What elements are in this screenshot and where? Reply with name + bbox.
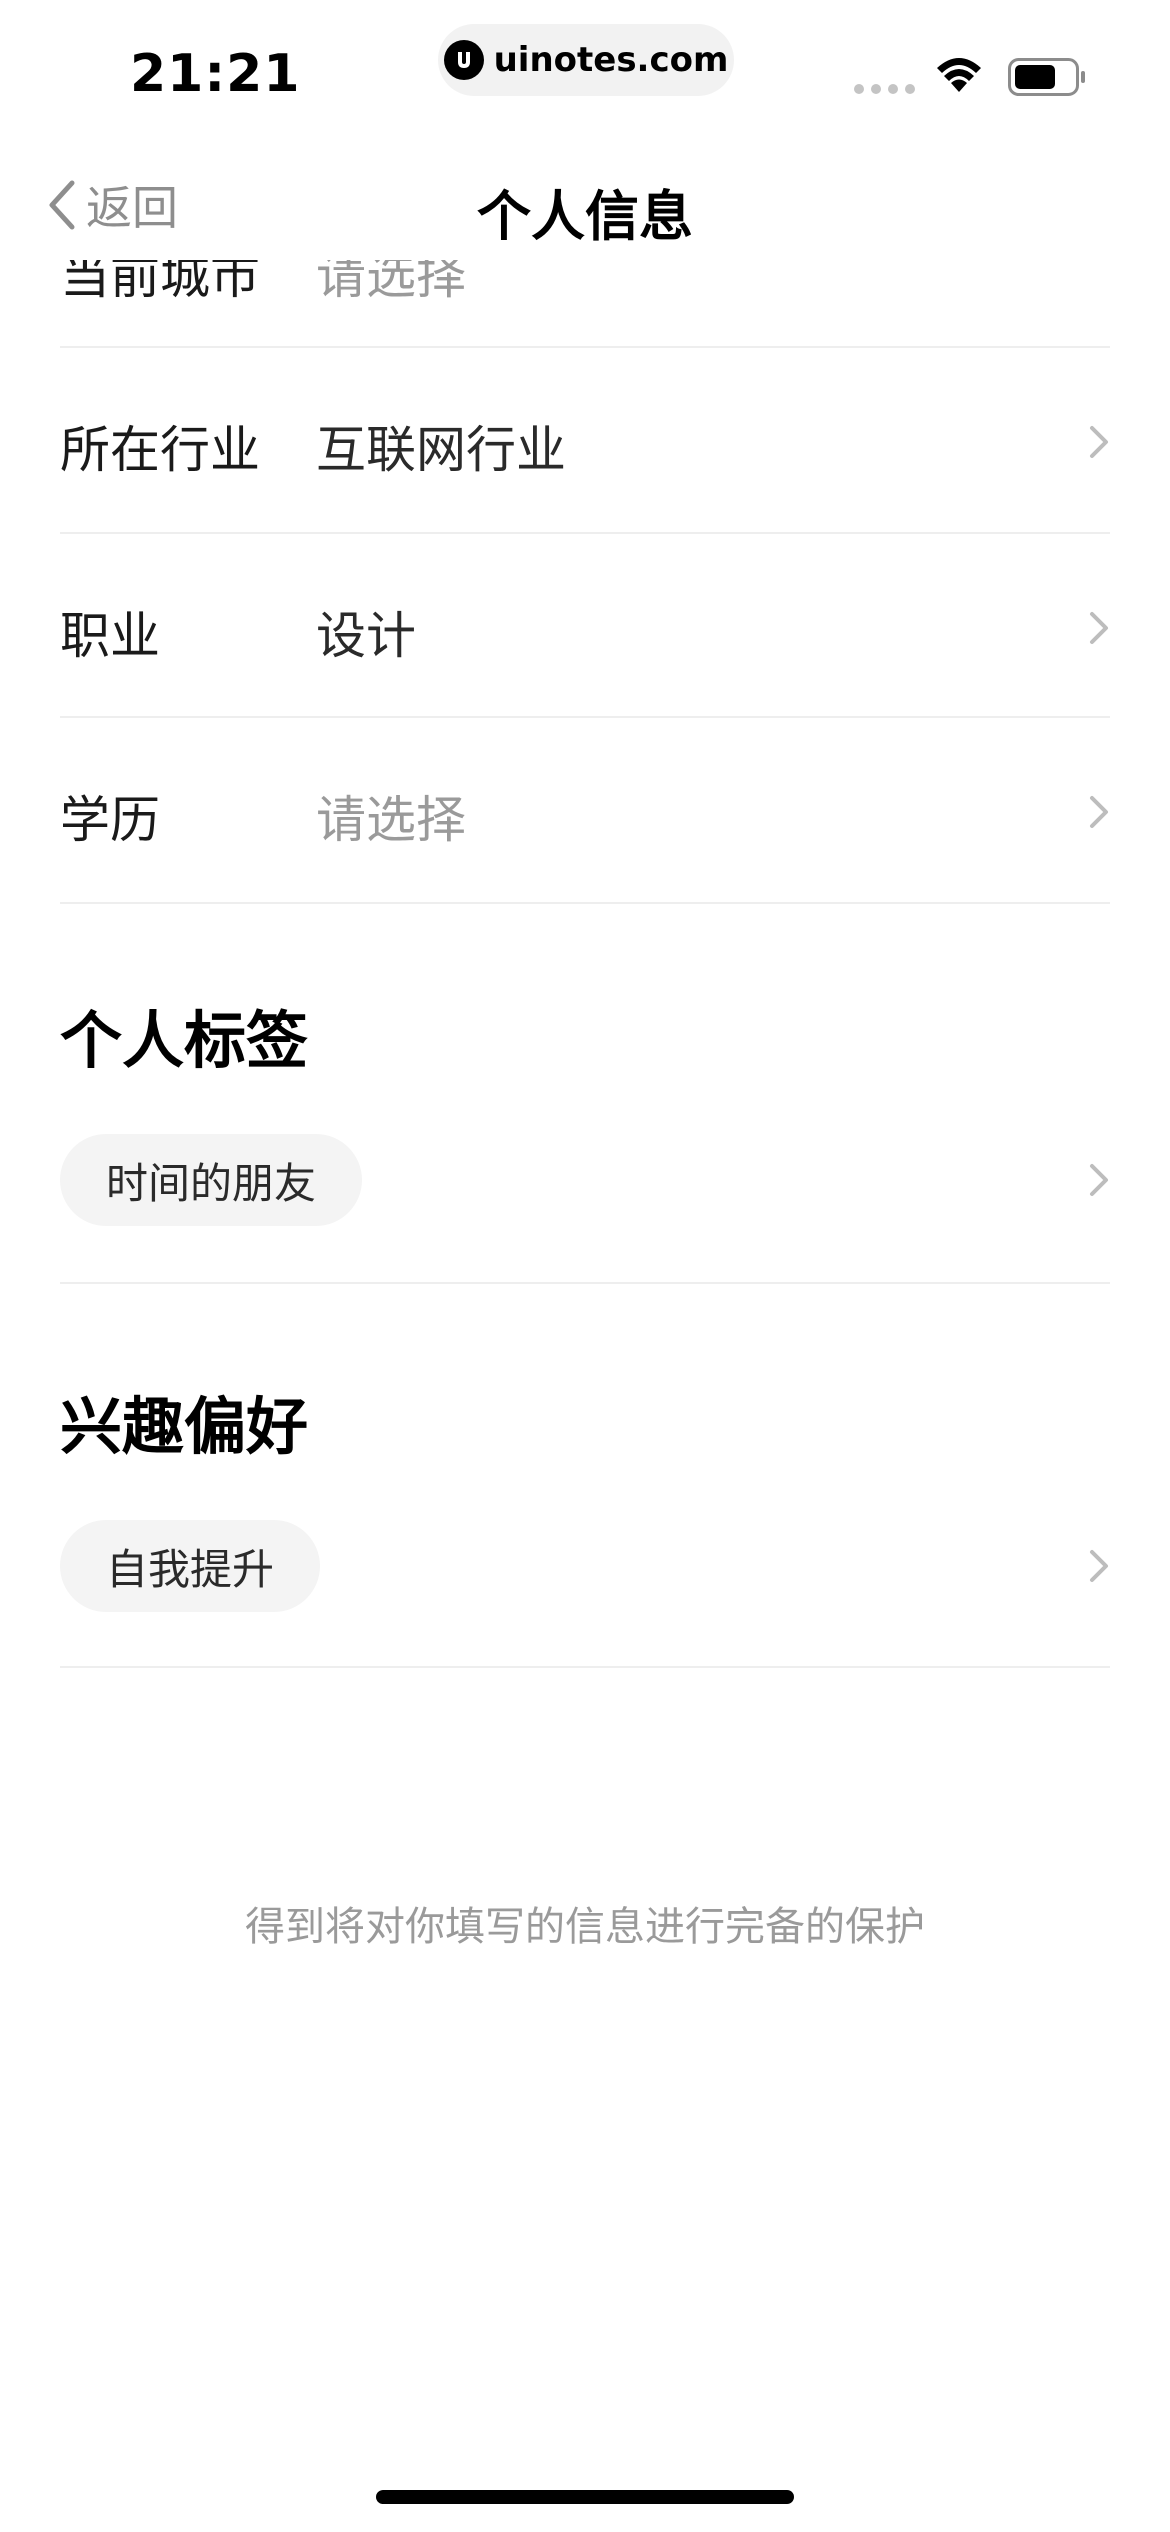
uinotes-logo-icon bbox=[443, 40, 484, 80]
home-indicator[interactable] bbox=[376, 2490, 794, 2504]
status-bar: 21:21 uinotes.com bbox=[0, 0, 1170, 150]
tag-pill[interactable]: 自我提升 bbox=[60, 1520, 321, 1612]
chevron-left-icon bbox=[49, 180, 75, 230]
divider bbox=[60, 902, 1110, 904]
nav-bar: 个人信息 返回 bbox=[0, 150, 1170, 260]
signal-dots-icon bbox=[854, 84, 915, 94]
row-value-placeholder: 请选择 bbox=[316, 791, 466, 849]
tag-pill[interactable]: 时间的朋友 bbox=[60, 1134, 363, 1226]
info-row-industry[interactable]: 所在行业 互联网行业 bbox=[60, 348, 1110, 532]
row-value: 设计 bbox=[316, 607, 416, 665]
url-text: uinotes.com bbox=[493, 40, 729, 80]
url-pill[interactable]: uinotes.com bbox=[438, 24, 734, 96]
info-row-occupation[interactable]: 职业 设计 bbox=[60, 534, 1110, 718]
wifi-icon bbox=[937, 58, 981, 92]
divider bbox=[60, 1666, 1110, 1668]
chevron-right-icon bbox=[1090, 1164, 1108, 1196]
back-label: 返回 bbox=[86, 181, 178, 235]
chevron-right-icon bbox=[1090, 426, 1108, 458]
info-row-education[interactable]: 学历 请选择 bbox=[60, 718, 1110, 902]
status-time: 21:21 bbox=[130, 44, 301, 104]
chevron-right-icon bbox=[1090, 796, 1108, 828]
info-row-city[interactable]: 当前城市 请选择 bbox=[60, 260, 1110, 346]
section-title-interests: 兴趣偏好 bbox=[60, 1390, 309, 1463]
tag-row-tags[interactable]: 时间的朋友 bbox=[60, 1134, 1110, 1226]
row-label: 所在行业 bbox=[60, 421, 260, 479]
battery-icon bbox=[1008, 58, 1085, 96]
row-label: 学历 bbox=[60, 791, 160, 849]
divider bbox=[60, 1282, 1110, 1284]
section-title-tags: 个人标签 bbox=[60, 1004, 309, 1077]
row-label: 职业 bbox=[60, 607, 160, 665]
row-value: 请选择 bbox=[316, 260, 466, 305]
row-value: 互联网行业 bbox=[316, 421, 566, 479]
back-button[interactable]: 返回 bbox=[46, 174, 178, 236]
tag-row-interests[interactable]: 自我提升 bbox=[60, 1520, 1110, 1612]
row-label: 当前城市 bbox=[60, 260, 260, 305]
chevron-right-icon bbox=[1090, 612, 1108, 644]
privacy-note: 得到将对你填写的信息进行完备的保护 bbox=[245, 1904, 925, 1950]
chevron-right-icon bbox=[1090, 1550, 1108, 1582]
